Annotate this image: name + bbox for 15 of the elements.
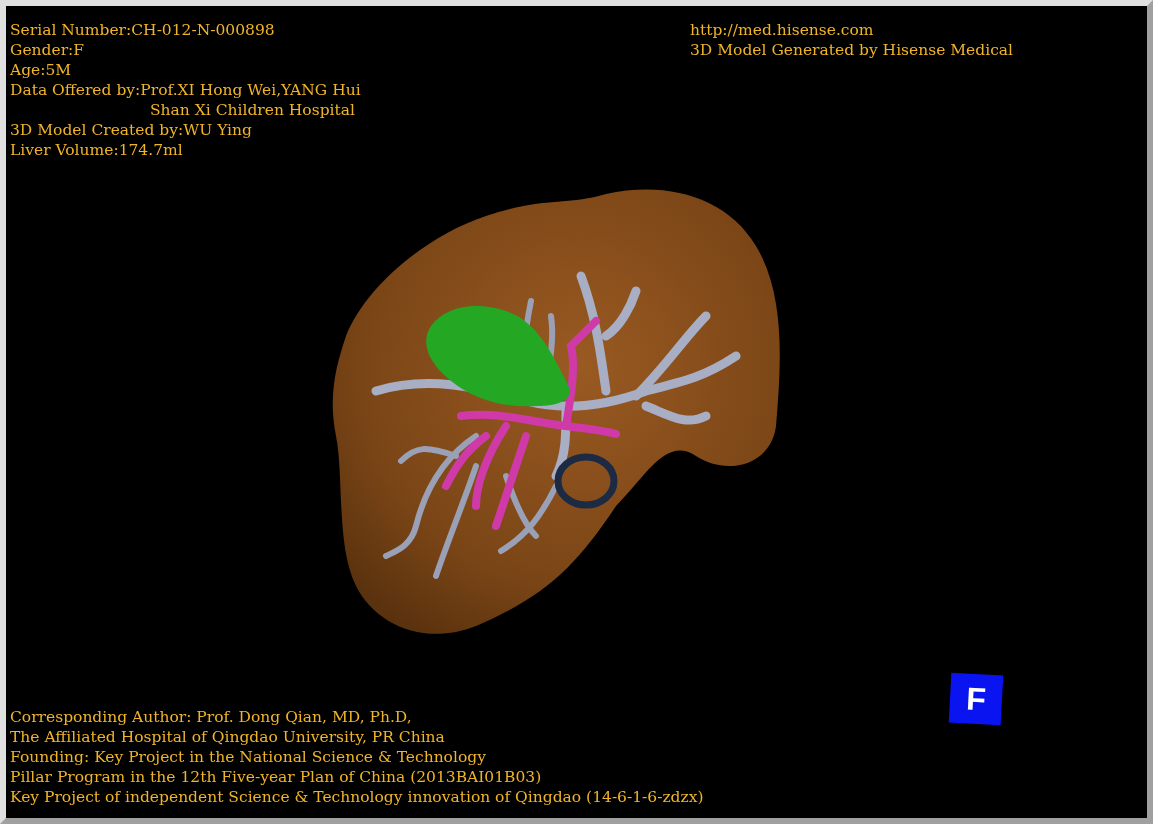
orientation-cube[interactable]: F <box>948 672 1004 726</box>
info-text: Data Offered by:Prof.XI Hong Wei,YANG Hui <box>10 80 361 100</box>
info-text: Age:5M <box>10 60 72 80</box>
info-text: Liver Volume:174.7ml <box>10 140 183 160</box>
info-text: Gender:F <box>10 40 85 60</box>
info-text: http://med.hisense.com <box>690 20 874 40</box>
credits-text: Pillar Program in the 12th Five-year Plan of China (2013BAI01B03) <box>10 767 542 787</box>
credits-text: The Affiliated Hospital of Qingdao University, PR China <box>10 727 445 747</box>
credits-text: Corresponding Author: Prof. Dong Qian, MD, Ph.D, <box>10 707 412 727</box>
info-text: Serial Number:CH-012-N-000898 <box>10 20 275 40</box>
info-text: 3D Model Generated by Hisense Medical <box>690 40 1014 60</box>
credits-text: Key Project of independent Science & Technology innovation of Qingdao (14-6-1-6-zdzx) <box>10 787 704 807</box>
credits-text: Founding: Key Project in the National Science & Technology <box>10 747 486 767</box>
info-text: Shan Xi Children Hospital <box>150 100 355 120</box>
info-text: 3D Model Created by:WU Ying <box>10 120 252 140</box>
